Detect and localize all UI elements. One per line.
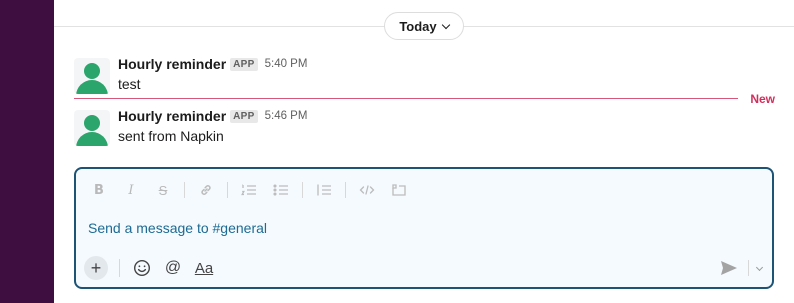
strikethrough-button[interactable]: S [152, 179, 174, 201]
app-badge: APP [230, 109, 258, 123]
message-input[interactable] [88, 217, 688, 239]
composer-actions: + @ Aa [84, 255, 224, 281]
link-icon [201, 185, 211, 195]
message-timestamp[interactable]: 5:46 PM [265, 110, 308, 122]
emoji-button[interactable] [131, 257, 153, 279]
code-icon [359, 185, 375, 195]
send-divider [748, 260, 749, 276]
message-header: Hourly reminder APP 5:46 PM [118, 107, 307, 125]
link-button[interactable] [195, 179, 217, 201]
blockquote-button[interactable] [313, 179, 335, 201]
avatar-body [76, 132, 108, 146]
bulleted-list-icon [273, 184, 288, 196]
sender-name[interactable]: Hourly reminder [118, 108, 226, 124]
message-timestamp[interactable]: 5:40 PM [265, 58, 308, 70]
mention-button[interactable]: @ [162, 257, 184, 279]
message-composer: B I S Send a message to #general + @ Aa [74, 167, 774, 289]
code-button[interactable] [356, 179, 378, 201]
sender-name[interactable]: Hourly reminder [118, 56, 226, 72]
blockquote-icon [317, 184, 331, 196]
actions-divider [119, 259, 120, 277]
ordered-list-button[interactable] [238, 179, 260, 201]
bold-button[interactable]: B [88, 179, 110, 201]
emoji-icon [133, 259, 151, 277]
message-header: Hourly reminder APP 5:40 PM [118, 55, 307, 73]
send-button[interactable] [718, 257, 740, 279]
app-badge: APP [230, 57, 258, 71]
avatar-body [76, 80, 108, 94]
new-messages-label: New [750, 92, 775, 106]
formatting-toggle-button[interactable]: Aa [193, 257, 215, 279]
avatar[interactable] [74, 110, 110, 146]
date-label: Today [399, 18, 437, 34]
send-icon [721, 261, 737, 275]
avatar[interactable] [74, 58, 110, 94]
avatar-head [84, 115, 100, 131]
formatting-toolbar: B I S [88, 179, 420, 201]
toolbar-divider [302, 182, 303, 198]
date-jump-button[interactable]: Today [384, 12, 464, 40]
toolbar-divider [227, 182, 228, 198]
code-block-button[interactable] [388, 179, 410, 201]
message-text: sent from Napkin [118, 128, 224, 144]
attach-button[interactable]: + [84, 256, 108, 280]
avatar-head [84, 63, 100, 79]
message-pane: Today Hourly reminder APP 5:40 PM test N… [54, 0, 794, 303]
message-text: test [118, 76, 141, 92]
italic-button[interactable]: I [120, 179, 142, 201]
code-block-icon [392, 184, 406, 196]
chevron-down-icon[interactable] [755, 263, 764, 271]
chevron-down-icon [441, 20, 450, 29]
send-controls [718, 257, 764, 279]
toolbar-divider [184, 182, 185, 198]
bulleted-list-button[interactable] [270, 179, 292, 201]
message-item: Hourly reminder APP 5:40 PM test [74, 55, 774, 99]
new-messages-divider [74, 98, 738, 99]
workspace-sidebar [0, 0, 54, 303]
ordered-list-icon [241, 184, 256, 196]
toolbar-divider [345, 182, 346, 198]
message-item: Hourly reminder APP 5:46 PM sent from Na… [74, 107, 774, 151]
